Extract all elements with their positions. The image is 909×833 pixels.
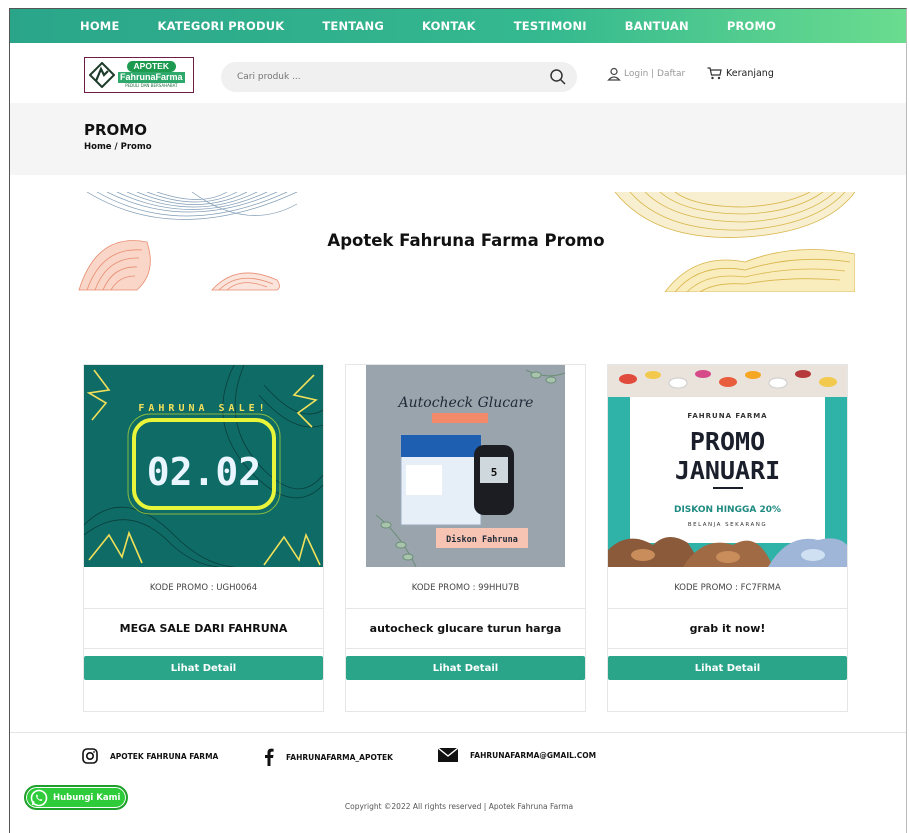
whatsapp-label: Hubungi Kami xyxy=(53,792,121,803)
nav-tentang[interactable]: TENTANG xyxy=(322,19,384,33)
autocheck-artwork: Autocheck Glucare 5 Diskon Fahruna xyxy=(346,365,585,567)
nav-kategori-produk[interactable]: KATEGORI PRODUK xyxy=(158,19,285,33)
login-label: Login | Daftar xyxy=(624,69,686,79)
autocheck-headline: Autocheck Glucare xyxy=(397,395,534,411)
facebook-label: FAHRUNAFARMA_APOTEK xyxy=(286,752,393,762)
autocheck-tag: Diskon Fahruna xyxy=(446,534,518,545)
banner-title: Apotek Fahruna Farma Promo xyxy=(327,231,605,250)
januari-line1: PROMO xyxy=(690,427,765,456)
footer-instagram[interactable]: APOTEK FAHRUNA FARMA xyxy=(82,748,218,764)
browser-frame: HOME KATEGORI PRODUK TENTANG KONTAK TEST… xyxy=(9,8,907,833)
promo-title: autocheck glucare turun harga xyxy=(346,609,585,649)
januari-line2: JANUARI xyxy=(675,456,780,485)
promo-title: MEGA SALE DARI FAHRUNA xyxy=(84,609,323,649)
cart-link[interactable]: Keranjang xyxy=(707,67,774,80)
nav-kontak[interactable]: KONTAK xyxy=(422,19,476,33)
email-label: FAHRUNAFARMA@GMAIL.COM xyxy=(470,750,597,760)
svg-text:5: 5 xyxy=(491,466,498,479)
email-icon xyxy=(438,748,458,762)
promo-title: grab it now! xyxy=(608,609,847,649)
nav-testimoni[interactable]: TESTIMONI xyxy=(514,19,587,33)
promo-januari-artwork: FAHRUNA FARMA PROMO JANUARI DISKON HINGG… xyxy=(608,365,847,567)
whatsapp-contact-button[interactable]: Hubungi Kami xyxy=(24,785,128,810)
facebook-icon xyxy=(265,748,274,766)
lihat-detail-button[interactable]: Lihat Detail xyxy=(346,656,585,680)
cart-icon xyxy=(707,67,722,80)
promo-card: FAHRUNA FARMA PROMO JANUARI DISKON HINGG… xyxy=(607,364,848,712)
januari-brand: FAHRUNA FARMA xyxy=(687,412,767,420)
januari-discount: DISKON HINGGA 20% xyxy=(674,505,781,515)
promo-card: Autocheck Glucare 5 Diskon Fahruna KODE … xyxy=(345,364,586,712)
search-bar xyxy=(221,62,577,92)
login-link[interactable]: Login | Daftar xyxy=(607,67,685,81)
mega-sale-number: 02.02 xyxy=(147,450,261,494)
main-nav: HOME KATEGORI PRODUK TENTANG KONTAK TEST… xyxy=(10,9,906,43)
promo-code: KODE PROMO : FC7FRMA xyxy=(608,567,847,609)
mega-sale-headline: FAHRUNA SALE! xyxy=(138,403,268,414)
promo-code: KODE PROMO : UGH0064 xyxy=(84,567,323,609)
promo-code: KODE PROMO : 99HHU7B xyxy=(346,567,585,609)
footer-divider xyxy=(10,732,906,733)
page-title: PROMO xyxy=(84,121,147,139)
search-icon[interactable] xyxy=(549,68,567,86)
promo-image-autocheck[interactable]: Autocheck Glucare 5 Diskon Fahruna xyxy=(346,365,585,567)
site-header: APOTEK FahrunaFarma PEDULI DAN BERSAHABA… xyxy=(10,43,906,103)
footer-email[interactable]: FAHRUNAFARMA@GMAIL.COM xyxy=(438,748,596,762)
lihat-detail-button[interactable]: Lihat Detail xyxy=(84,656,323,680)
logo-text: APOTEK FahrunaFarma PEDULI DAN BERSAHABA… xyxy=(118,61,185,89)
breadcrumb: Home / Promo xyxy=(84,142,152,152)
lihat-detail-button[interactable]: Lihat Detail xyxy=(608,656,847,680)
promo-card: FAHRUNA SALE! 02.02 KODE PROMO : UGH0064… xyxy=(83,364,324,712)
nav-home[interactable]: HOME xyxy=(80,19,120,33)
mega-sale-artwork: FAHRUNA SALE! 02.02 xyxy=(84,365,323,567)
search-input[interactable] xyxy=(237,69,537,85)
logo-top: APOTEK xyxy=(126,61,176,72)
instagram-icon xyxy=(82,748,98,764)
nav-bantuan[interactable]: BANTUAN xyxy=(625,19,689,33)
logo-sub: PEDULI DAN BERSAHABAT xyxy=(125,83,178,88)
promo-image-januari[interactable]: FAHRUNA FARMA PROMO JANUARI DISKON HINGG… xyxy=(608,365,847,567)
januari-cta: BELANJA SEKARANG xyxy=(688,522,767,528)
cart-label: Keranjang xyxy=(726,68,774,79)
footer-copyright: Copyright ©2022 All rights reserved | Ap… xyxy=(344,802,574,811)
nav-promo[interactable]: PROMO xyxy=(727,19,776,33)
site-logo[interactable]: APOTEK FahrunaFarma PEDULI DAN BERSAHABA… xyxy=(84,57,194,93)
instagram-label: APOTEK FAHRUNA FARMA xyxy=(110,751,219,761)
page-heading: PROMO Home / Promo xyxy=(10,103,906,175)
user-icon xyxy=(607,67,621,81)
logo-mark-icon xyxy=(89,62,115,88)
promo-image-mega-sale[interactable]: FAHRUNA SALE! 02.02 xyxy=(84,365,323,567)
logo-name: FahrunaFarma xyxy=(118,72,185,83)
footer-facebook[interactable]: FAHRUNAFARMA_APOTEK xyxy=(264,748,393,766)
promo-banner: Apotek Fahruna Farma Promo xyxy=(77,192,855,292)
whatsapp-icon xyxy=(30,789,48,806)
